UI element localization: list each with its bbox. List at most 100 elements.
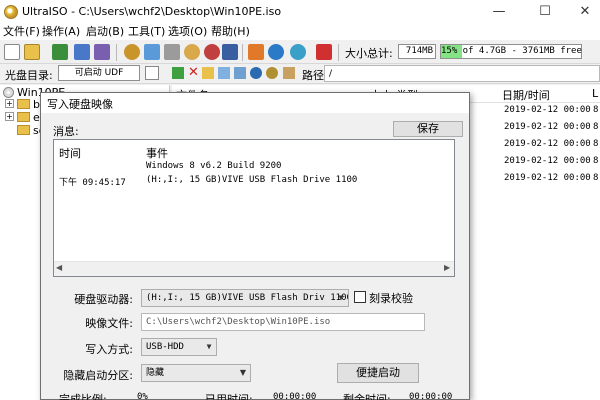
file-extra: 8 xyxy=(593,105,599,115)
drive-select-value: (H:,I:, 15 GB)VIVE USB Flash Driv 1100 xyxy=(146,293,349,303)
column-header-date[interactable]: 日期/时间 xyxy=(502,87,550,103)
ultraiso-disc-icon xyxy=(4,5,18,19)
expand-icon[interactable]: + xyxy=(5,99,14,108)
file-date: 2019-02-12 00:00 xyxy=(504,105,591,115)
menu-file[interactable]: 文件(F) xyxy=(3,24,40,40)
info-icon[interactable] xyxy=(268,44,284,60)
hide-partition-label: 隐藏启动分区: xyxy=(63,369,133,382)
remaining-time-value: 00:00:00 xyxy=(409,392,453,400)
remaining-time-label: 剩余时间: xyxy=(343,393,391,400)
properties-icon[interactable] xyxy=(248,44,264,60)
compress-icon[interactable] xyxy=(164,44,180,60)
dialog-title: 写入硬盘映像 xyxy=(47,98,113,111)
file-date: 2019-02-12 00:00 xyxy=(504,122,591,132)
chevron-down-icon: ▼ xyxy=(239,368,247,377)
image-file-field[interactable]: C:\Users\wchf2\Desktop\Win10PE.iso xyxy=(141,313,425,331)
drive-label: 硬盘驱动器: xyxy=(74,293,133,306)
save-icon[interactable] xyxy=(74,44,90,60)
delete-icon[interactable]: ✕ xyxy=(188,65,199,80)
menu-bar: 文件(F) 操作(A) 启动(B) 工具(T) 选项(O) 帮助(H) xyxy=(0,24,600,40)
new-folder-icon[interactable] xyxy=(202,67,214,79)
elapsed-time-label: 已用时间: xyxy=(205,393,253,400)
rename-icon[interactable] xyxy=(218,67,230,79)
file-extra: 8 xyxy=(593,156,599,166)
scroll-right-icon[interactable]: ▶ xyxy=(444,263,450,272)
file-date: 2019-02-12 00:00 xyxy=(504,156,591,166)
refresh-icon[interactable] xyxy=(283,67,295,79)
cd-icon xyxy=(3,87,14,98)
help-icon[interactable] xyxy=(290,44,306,60)
view-icon[interactable] xyxy=(234,67,246,79)
file-date: 2019-02-12 00:00 xyxy=(504,139,591,149)
log-time: 下午 09:45:17 xyxy=(59,178,126,188)
image-file-label: 映像文件: xyxy=(85,317,133,330)
toolbar-separator xyxy=(116,44,117,61)
scroll-left-icon[interactable]: ◀ xyxy=(56,263,62,272)
open-folder-icon[interactable] xyxy=(24,44,40,60)
drive-select[interactable]: (H:,I:, 15 GB)VIVE USB Flash Driv 1100 ▼ xyxy=(141,289,349,307)
capacity-bar: 15% of 4.7GB - 3761MB free xyxy=(440,44,582,59)
up-arrow-icon[interactable] xyxy=(172,67,184,79)
write-disk-image-dialog: 写入硬盘映像 消息: 保存 时间 事件 Windows 8 v6.2 Build… xyxy=(40,92,470,400)
verify-icon[interactable] xyxy=(222,44,238,60)
save-as-icon[interactable] xyxy=(94,44,110,60)
size-total-value: 714MB xyxy=(398,44,436,59)
options-gear-icon[interactable] xyxy=(266,67,278,79)
menu-options[interactable]: 选项(O) xyxy=(168,24,207,40)
disc-type-field[interactable]: 可启动 UDF xyxy=(58,65,140,81)
column-header-l[interactable]: L xyxy=(592,87,598,100)
disc-properties-icon[interactable] xyxy=(145,66,159,80)
log-header-time: 时间 xyxy=(59,147,81,160)
file-extra: 8 xyxy=(593,122,599,132)
folder-icon xyxy=(17,112,30,122)
chevron-down-icon: ▼ xyxy=(206,342,212,351)
mount-icon[interactable] xyxy=(144,44,160,60)
settings-gear-icon[interactable] xyxy=(250,67,262,79)
dialog-title-bar: 写入硬盘映像 xyxy=(41,93,469,113)
menu-help[interactable]: 帮助(H) xyxy=(211,24,250,40)
done-ratio-label: 完成比例: xyxy=(59,393,107,400)
maximize-button[interactable]: ☐ xyxy=(525,0,565,24)
directory-bar: 光盘目录: 可启动 UDF ✕ 路径: / xyxy=(0,64,600,84)
new-file-icon[interactable] xyxy=(4,44,20,60)
message-label: 消息: xyxy=(53,125,79,138)
capacity-text: 15% of 4.7GB - 3761MB free xyxy=(441,46,582,56)
burn-cd-icon[interactable] xyxy=(124,44,140,60)
log-event: Windows 8 v6.2 Build 9200 xyxy=(146,161,282,171)
virtual-drive-icon[interactable] xyxy=(184,44,200,60)
save-button[interactable]: 保存 xyxy=(393,121,463,137)
hide-partition-value: 隐藏 xyxy=(146,368,165,378)
chevron-down-icon: ▼ xyxy=(338,293,344,302)
menu-bootable[interactable]: 启动(B) xyxy=(86,24,124,40)
toolbar-separator xyxy=(338,44,339,61)
hide-partition-select[interactable]: 隐藏 ▼ xyxy=(141,364,251,382)
verify-checkbox[interactable] xyxy=(354,291,366,303)
elapsed-time-value: 00:00:00 xyxy=(273,392,317,400)
folder-icon xyxy=(17,99,30,109)
write-mode-select[interactable]: USB-HDD ▼ xyxy=(141,338,217,356)
write-mode-label: 写入方式: xyxy=(85,343,133,356)
menu-actions[interactable]: 操作(A) xyxy=(42,24,80,40)
path-field[interactable]: / xyxy=(324,65,600,82)
extract-icon[interactable] xyxy=(52,44,68,60)
verify-label: 刻录校验 xyxy=(369,292,413,305)
horizontal-scrollbar[interactable]: ◀ ▶ xyxy=(54,261,454,276)
exit-icon[interactable] xyxy=(316,44,332,60)
write-disk-icon[interactable] xyxy=(204,44,220,60)
done-ratio-value: 0% xyxy=(137,392,148,400)
close-button[interactable]: ✕ xyxy=(565,0,600,24)
menu-tools[interactable]: 工具(T) xyxy=(128,24,165,40)
expand-icon[interactable]: + xyxy=(5,112,14,121)
log-header-event: 事件 xyxy=(146,147,168,160)
size-total-label: 大小总计: xyxy=(345,47,393,60)
toolbar-separator xyxy=(242,44,243,61)
minimize-button[interactable]: — xyxy=(479,0,519,24)
file-extra: 8 xyxy=(593,139,599,149)
folder-icon xyxy=(17,125,30,135)
write-mode-value: USB-HDD xyxy=(146,342,184,352)
file-extra: 8 xyxy=(593,173,599,183)
disc-directory-label: 光盘目录: xyxy=(5,69,53,82)
title-bar: UltraISO - C:\Users\wchf2\Desktop\Win10P… xyxy=(0,0,600,24)
convenient-boot-button[interactable]: 便捷启动 xyxy=(337,363,419,383)
message-log: 时间 事件 Windows 8 v6.2 Build 9200 下午 09:45… xyxy=(53,139,455,277)
